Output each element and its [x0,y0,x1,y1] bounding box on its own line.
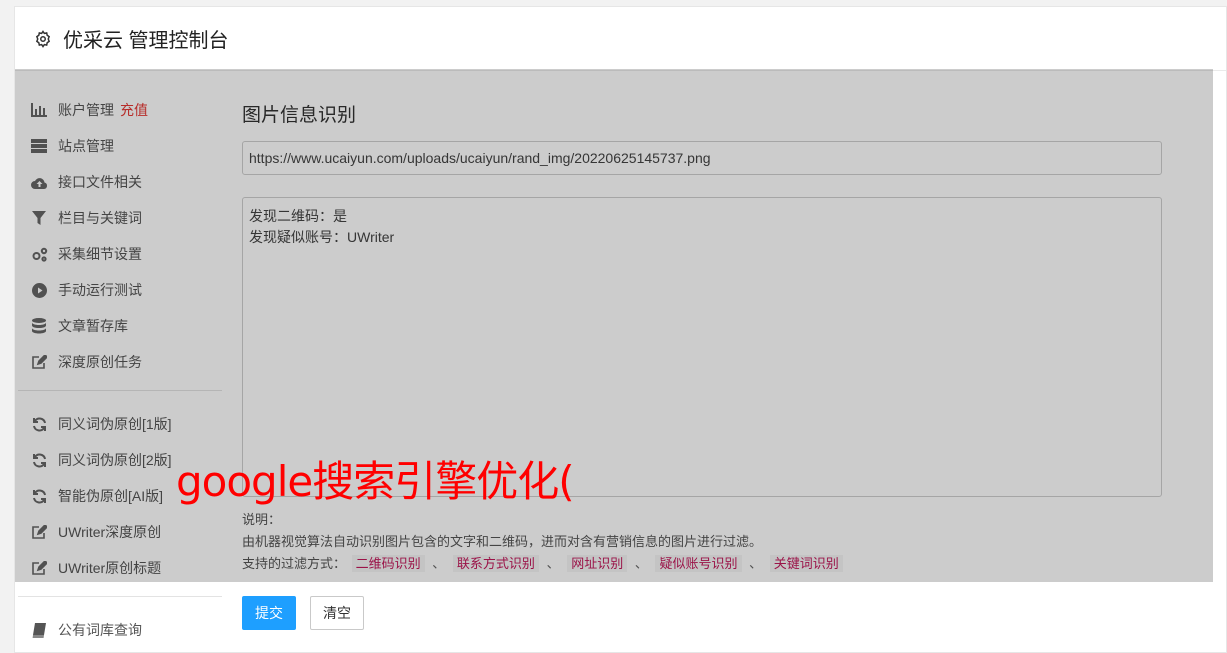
edit-icon [30,523,48,541]
form-actions: 提交 清空 [242,596,364,630]
filter-tag: 关键词识别 [769,555,843,572]
server-icon [30,137,48,155]
notes: 说明： 由机器视觉算法自动识别图片包含的文字和二维码，进而对含有营销信息的图片进… [242,509,1162,575]
sidebar-item-manual-test[interactable]: 手动运行测试 [16,272,224,308]
sidebar-item-label: 同义词伪原创[1版] [58,416,172,432]
watermark-text: google搜索引擎优化( [176,457,575,506]
sidebar-item-account[interactable]: 账户管理 充值 [16,92,224,128]
sidebar-item-label: 手动运行测试 [58,282,142,298]
separator: 、 [432,556,446,571]
refresh-icon [30,415,48,433]
database-icon [30,317,48,335]
gear-icon [33,29,53,49]
sidebar-item-uwriter-title[interactable]: UWriter原创标题 [16,550,224,586]
page-title: 优采云 管理控制台 [63,30,229,52]
sidebar-item-label: 公有词库查询 [58,622,142,638]
sidebar-item-article-storage[interactable]: 文章暂存库 [16,308,224,344]
sidebar-item-label: 接口文件相关 [58,174,142,190]
sidebar-divider [18,596,222,597]
sidebar-item-api-files[interactable]: 接口文件相关 [16,164,224,200]
notes-description: 由机器视觉算法自动识别图片包含的文字和二维码，进而对含有营销信息的图片进行过滤。 [242,534,763,549]
edit-icon [30,353,48,371]
sidebar-item-label: 深度原创任务 [58,354,142,370]
sidebar-divider [18,390,222,391]
section-title: 图片信息识别 [242,105,357,126]
sidebar-item-label: UWriter原创标题 [58,560,162,576]
gears-icon [30,245,48,263]
filter-label: 支持的过滤方式： [242,556,347,571]
filter-tag: 网址识别 [567,555,628,572]
separator: 、 [749,556,763,571]
refresh-icon [30,487,48,505]
separator: 、 [634,556,648,571]
sidebar-item-deep-original[interactable]: 深度原创任务 [16,344,224,380]
header: 优采云 管理控制台 [15,7,1226,71]
sidebar-item-label: 账户管理 [58,102,114,118]
bar-chart-icon [30,101,48,119]
sidebar-item-label: 栏目与关键词 [58,210,142,226]
filter-tag: 二维码识别 [351,555,425,572]
sidebar-item-label: 采集细节设置 [58,246,142,262]
filter-tag: 疑似账号识别 [655,555,742,572]
separator: 、 [546,556,560,571]
submit-button[interactable]: 提交 [242,596,296,630]
filter-tag: 联系方式识别 [452,555,539,572]
sidebar-item-label: 同义词伪原创[2版] [58,452,172,468]
sidebar-item-collect-settings[interactable]: 采集细节设置 [16,236,224,272]
sidebar-item-keywords[interactable]: 栏目与关键词 [16,200,224,236]
sidebar-item-label: 文章暂存库 [58,318,128,334]
sidebar-item-uwriter-deep[interactable]: UWriter深度原创 [16,514,224,550]
sidebar: 账户管理 充值 站点管理 接口文件相关 栏目与关键词 采集细节设置 手动运行测试 [16,92,224,648]
sidebar-item-label: UWriter深度原创 [58,524,162,540]
result-line: 发现二维码：是 [249,208,347,224]
filter-methods: 支持的过滤方式： 二维码识别 、 联系方式识别 、 网址识别 、 疑似账号识别 … [242,553,1162,575]
clear-button[interactable]: 清空 [310,596,364,630]
sidebar-item-label: 智能伪原创[AI版] [58,488,164,504]
result-line: 发现疑似账号：UWriter [249,229,395,245]
sidebar-item-label: 站点管理 [58,138,114,154]
filter-icon [30,209,48,227]
refresh-icon [30,451,48,469]
recharge-link[interactable]: 充值 [120,100,148,120]
play-circle-icon [30,281,48,299]
sidebar-item-synonym-v1[interactable]: 同义词伪原创[1版] [16,406,224,442]
book-icon [30,621,48,639]
cloud-upload-icon [30,173,48,191]
sidebar-item-public-lexicon[interactable]: 公有词库查询 [16,612,224,648]
notes-label: 说明： [242,512,282,527]
image-url-input[interactable] [242,141,1162,175]
edit-icon [30,559,48,577]
sidebar-item-sites[interactable]: 站点管理 [16,128,224,164]
